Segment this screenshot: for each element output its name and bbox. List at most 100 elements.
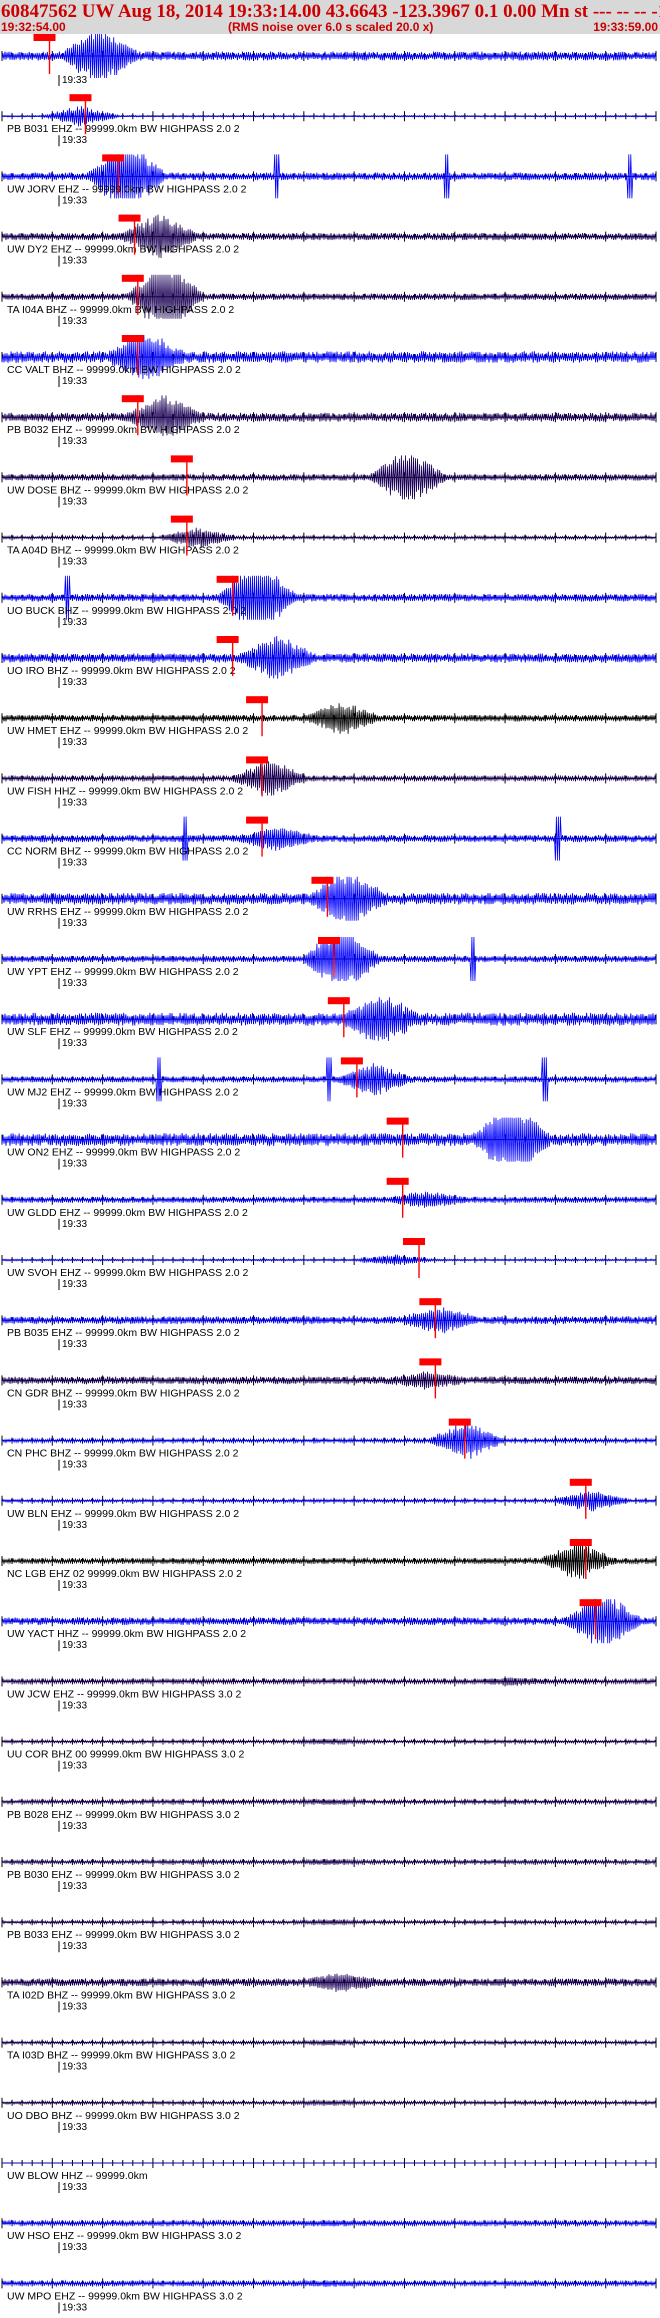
pick-box: [121, 335, 144, 342]
pick-box: [386, 1117, 409, 1125]
station-label: UW BLOW HHZ -- 99999.0km: [7, 2170, 148, 2182]
pick-box: [579, 1599, 602, 1607]
pick-box: [170, 455, 193, 463]
pick-box: [318, 937, 340, 944]
station-label: CC VALT BHZ -- 99999.0km BW HIGHPASS 2.0…: [7, 364, 241, 376]
station-label: UW MJ2 EHZ -- 99999.0km BW HIGHPASS 2.0 …: [7, 1086, 239, 1098]
station-label: UW JCW EHZ -- 99999.0km BW HIGHPASS 3.0 …: [7, 1688, 242, 1700]
minute-label: 19:33: [62, 1520, 87, 1531]
station-label: PB B033 EHZ -- 99999.0km BW HIGHPASS 3.0…: [7, 1929, 240, 1941]
minute-label: 19:33: [62, 2062, 87, 2073]
minute-label: 19:33: [62, 195, 87, 206]
minute-label: 19:33: [62, 737, 87, 748]
minute-label: 19:33: [62, 1761, 87, 1772]
minute-label: 19:33: [62, 858, 87, 869]
minute-label: 19:33: [62, 1821, 87, 1832]
pick-box: [340, 1057, 363, 1065]
station-label: UW FISH HHZ -- 99999.0km BW HIGHPASS 2.0…: [7, 785, 243, 797]
pick-box: [216, 575, 239, 583]
station-label: UW BLN EHZ -- 99999.0km BW HIGHPASS 2.0 …: [7, 1508, 239, 1520]
minute-label: 19:33: [62, 1098, 87, 1109]
station-label: UO BUCK BHZ -- 99999.0km BW HIGHPASS 2.0…: [7, 605, 246, 617]
minute-label: 19:33: [62, 1279, 87, 1290]
pick-box: [246, 816, 269, 824]
pick-box: [118, 214, 141, 222]
end-time: 19:33:59.00: [593, 20, 658, 34]
pick-box: [403, 1238, 426, 1245]
minute-label: 19:33: [62, 75, 87, 86]
station-label: TA A04D BHZ -- 99999.0km BW HIGHPASS 2.0…: [7, 545, 239, 557]
pick-box: [170, 515, 193, 523]
station-label: UW YPT EHZ -- 99999.0km BW HIGHPASS 2.0 …: [7, 966, 239, 978]
station-label: UO DBO BHZ -- 99999.0km BW HIGHPASS 3.0 …: [7, 2110, 240, 2122]
waveform-trace: [1, 34, 657, 79]
minute-label: 19:33: [62, 316, 87, 327]
pick-box: [246, 696, 269, 704]
pick-box: [246, 756, 269, 764]
station-label: UU COR BHZ 00 99999.0km BW HIGHPASS 3.0 …: [7, 1749, 244, 1761]
station-label: TA I04A BHZ -- 99999.0km BW HIGHPASS 2.0…: [7, 304, 234, 316]
station-label: UW SLF EHZ -- 99999.0km BW HIGHPASS 2.0 …: [7, 1026, 238, 1038]
station-label: UW GLDD EHZ -- 99999.0km BW HIGHPASS 2.0…: [7, 1207, 248, 1219]
station-label: UW MPO EHZ -- 99999.0km BW HIGHPASS 3.0 …: [7, 2290, 243, 2302]
station-label: PB B035 EHZ -- 99999.0km BW HIGHPASS 2.0…: [7, 1327, 240, 1339]
minute-label: 19:33: [62, 797, 87, 808]
station-label: PB B032 EHZ -- 99999.0km BW HIGHPASS 2.0…: [7, 424, 240, 436]
station-label: NC LGB EHZ 02 99999.0km BW HIGHPASS 2.0 …: [7, 1568, 242, 1580]
station-label: UW DY2 EHZ -- 99999.0km BW HIGHPASS 2.0 …: [7, 244, 239, 256]
pick-box: [121, 274, 144, 282]
station-label: UW HSO EHZ -- 99999.0km BW HIGHPASS 3.0 …: [7, 2230, 242, 2242]
station-label: UW SVOH EHZ -- 99999.0km BW HIGHPASS 2.0…: [7, 1267, 249, 1279]
minute-label: 19:33: [62, 2001, 87, 2012]
minute-label: 19:33: [62, 1881, 87, 1892]
pick-box: [448, 1418, 471, 1426]
minute-label: 19:33: [62, 1399, 87, 1410]
minute-label: 19:33: [62, 1219, 87, 1230]
pick-box: [569, 1478, 592, 1486]
pick-box: [569, 1539, 592, 1546]
station-label: PB B030 EHZ -- 99999.0km BW HIGHPASS 3.0…: [7, 1869, 240, 1881]
minute-label: 19:33: [62, 2122, 87, 2133]
station-label: TA I03D BHZ -- 99999.0km BW HIGHPASS 3.0…: [7, 2050, 236, 2062]
minute-label: 19:33: [62, 677, 87, 688]
minute-label: 19:33: [62, 1339, 87, 1350]
minute-label: 19:33: [62, 617, 87, 628]
rms-note: (RMS noise over 6.0 s scaled 20.0 x): [228, 20, 434, 34]
pick-box: [327, 997, 350, 1005]
minute-label: 19:33: [62, 2242, 87, 2253]
station-label: UW RRHS EHZ -- 99999.0km BW HIGHPASS 2.0…: [7, 906, 249, 918]
minute-label: 19:33: [62, 1580, 87, 1591]
pick-box: [102, 154, 125, 162]
minute-label: 19:33: [62, 1941, 87, 1952]
minute-label: 19:33: [62, 376, 87, 387]
station-label: TA I02D BHZ -- 99999.0km BW HIGHPASS 3.0…: [7, 1989, 236, 2001]
minute-label: 19:33: [62, 2182, 87, 2193]
minute-label: 19:33: [62, 436, 87, 447]
minute-label: 19:33: [62, 978, 87, 989]
pick-box: [216, 636, 239, 643]
minute-label: 19:33: [62, 1460, 87, 1471]
station-label: CC NORM BHZ -- 99999.0km BW HIGHPASS 2.0…: [7, 846, 249, 858]
minute-label: 19:33: [62, 918, 87, 929]
pick-box: [121, 395, 144, 403]
pick-box: [33, 34, 56, 41]
minute-label: 19:33: [62, 557, 87, 568]
station-label: PB B031 EHZ -- 99999.0km BW HIGHPASS 2.0…: [7, 123, 240, 135]
station-label: PB B028 EHZ -- 99999.0km BW HIGHPASS 3.0…: [7, 1809, 240, 1821]
station-label: UO IRO BHZ -- 99999.0km BW HIGHPASS 2.0 …: [7, 665, 236, 677]
station-label: CN PHC BHZ -- 99999.0km BW HIGHPASS 2.0 …: [7, 1448, 239, 1460]
minute-label: 19:33: [62, 1700, 87, 1711]
minute-label: 19:33: [62, 1159, 87, 1170]
pick-box: [311, 876, 334, 884]
minute-label: 19:33: [62, 135, 87, 146]
station-label: UW DOSE BHZ -- 99999.0km BW HIGHPASS 2.0…: [7, 484, 249, 496]
station-label: UW JORV EHZ -- 99999.0km BW HIGHPASS 2.0…: [7, 183, 247, 195]
minute-label: 19:33: [62, 256, 87, 267]
station-label: UW ON2 EHZ -- 99999.0km BW HIGHPASS 2.0 …: [7, 1147, 240, 1159]
station-label: UW YACT HHZ -- 99999.0km BW HIGHPASS 2.0…: [7, 1628, 246, 1640]
seismogram-plot: 19:33 PB B031 EHZ -- 99999.0km BW HIGHPAS…: [1, 34, 657, 2314]
station-label: UW HMET EHZ -- 99999.0km BW HIGHPASS 2.0…: [7, 725, 248, 737]
pick-box: [419, 1298, 442, 1306]
minute-label: 19:33: [62, 1640, 87, 1651]
minute-label: 19:33: [62, 2302, 87, 2313]
